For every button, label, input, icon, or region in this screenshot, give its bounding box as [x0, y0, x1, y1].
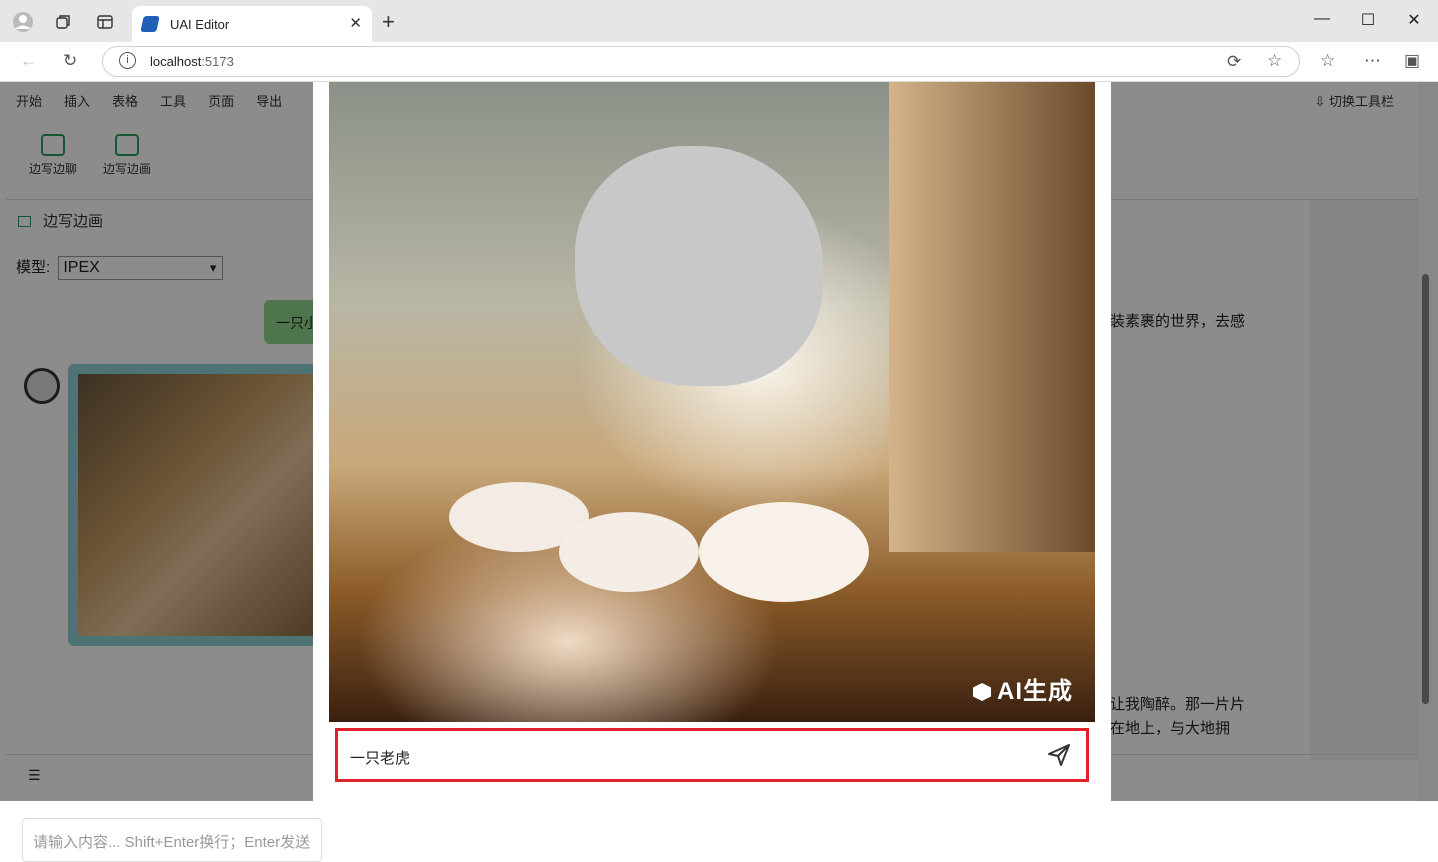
draw-while-writing-button[interactable]: 边写边画 [92, 134, 162, 177]
prompt-text[interactable]: 一只老虎 [350, 747, 410, 768]
refresh-icon[interactable]: ↻ [63, 51, 77, 71]
send-icon[interactable] [1046, 743, 1072, 767]
document-icon[interactable]: ☰ [28, 767, 41, 784]
panel-title-text: 边写边画 [43, 213, 104, 230]
robot-icon [41, 134, 65, 156]
new-tab-button[interactable]: + [382, 9, 395, 35]
chat-while-writing-button[interactable]: 边写边聊 [18, 134, 88, 177]
url-field[interactable]: i localhost:5173 ⟳ ☆ [102, 46, 1300, 77]
image-icon [18, 216, 31, 227]
model-row: 模型: IPEX [16, 256, 224, 280]
menu-export[interactable]: 导出 [256, 91, 282, 110]
bot-avatar [24, 368, 60, 404]
sidebar-toggle-icon[interactable]: ▣ [1404, 51, 1420, 71]
favorites-icon[interactable]: ☆ [1320, 51, 1335, 71]
profile-icon[interactable] [10, 9, 36, 35]
favorite-star-icon[interactable]: ☆ [1267, 51, 1282, 71]
url-text: localhost:5173 [150, 54, 234, 69]
scrollbar-thumb[interactable] [1422, 274, 1429, 704]
menu-insert[interactable]: 插入 [64, 91, 90, 110]
doc-line: 装素裹的世界，去感 [1110, 313, 1246, 330]
maximize-button[interactable]: ☐ [1357, 10, 1379, 30]
uai-logo-icon [140, 16, 160, 32]
doc-line: 在地上，与大地拥 [1110, 720, 1231, 737]
browser-tab-bar: UAI Editor ✕ + — ☐ ✕ [0, 0, 1438, 42]
translate-icon[interactable]: ⟳ [1227, 52, 1241, 72]
menu-start[interactable]: 开始 [16, 91, 42, 110]
toggle-toolbar-label: 切换工具栏 [1328, 94, 1394, 109]
image-paw [699, 502, 869, 602]
image-canvas[interactable]: AI生成 [329, 82, 1095, 722]
site-info-icon[interactable]: i [119, 52, 136, 69]
panel-title: 边写边画 [18, 210, 103, 231]
draw-while-writing-label: 边写边画 [102, 162, 151, 176]
scrollbar[interactable] [1418, 82, 1438, 801]
doc-line: 让我陶醉。那一片片 [1110, 696, 1246, 713]
image-paw [559, 512, 699, 592]
close-window-button[interactable]: ✕ [1403, 10, 1425, 30]
document-gutter [1310, 200, 1418, 760]
tab-actions-icon[interactable] [92, 9, 118, 35]
url-host: localhost [150, 54, 202, 69]
image-icon [115, 134, 139, 156]
ai-watermark: AI生成 [973, 671, 1073, 706]
menu-tools[interactable]: 工具 [160, 91, 186, 110]
ai-hex-icon [973, 683, 991, 701]
generated-kitten-image[interactable] [78, 374, 318, 636]
menu-page[interactable]: 页面 [208, 91, 234, 110]
toggle-toolbar-button[interactable]: ⇩ 切换工具栏 [1314, 91, 1394, 110]
tab-uai-editor[interactable]: UAI Editor ✕ [132, 6, 372, 42]
menu-table[interactable]: 表格 [112, 91, 138, 110]
generated-image-message[interactable] [68, 364, 328, 646]
prompt-input[interactable]: 一只老虎 [335, 728, 1089, 782]
tab-title: UAI Editor [170, 16, 230, 32]
image-window-frame [889, 82, 1095, 552]
url-port: :5173 [201, 54, 234, 69]
document-page[interactable]: 装素裹的世界，去感 让我陶醉。那一片片 在地上，与大地拥 [1110, 200, 1310, 760]
more-menu-icon[interactable]: ⋯ [1364, 51, 1381, 71]
image-edit-modal: AI生成 一只老虎 [313, 82, 1111, 801]
draw-panel: 边写边画 模型: IPEX 一只小 请输入内容... Shift+Enter换行… [6, 200, 328, 862]
back-icon[interactable]: ← [20, 51, 37, 71]
minimize-button[interactable]: — [1311, 10, 1333, 28]
model-select[interactable]: IPEX [58, 256, 224, 280]
chat-input[interactable]: 请输入内容... Shift+Enter换行；Enter发送 [22, 818, 322, 862]
chat-while-writing-label: 边写边聊 [28, 162, 77, 176]
address-bar-row: ← ↻ i localhost:5173 ⟳ ☆ ☆ ⋯ ▣ [0, 42, 1438, 82]
ai-watermark-text: AI生成 [997, 678, 1073, 705]
tab-close-icon[interactable]: ✕ [349, 14, 362, 32]
workspaces-icon[interactable] [50, 9, 76, 35]
inpaint-mask-region[interactable] [575, 146, 823, 386]
model-label: 模型: [16, 259, 51, 276]
